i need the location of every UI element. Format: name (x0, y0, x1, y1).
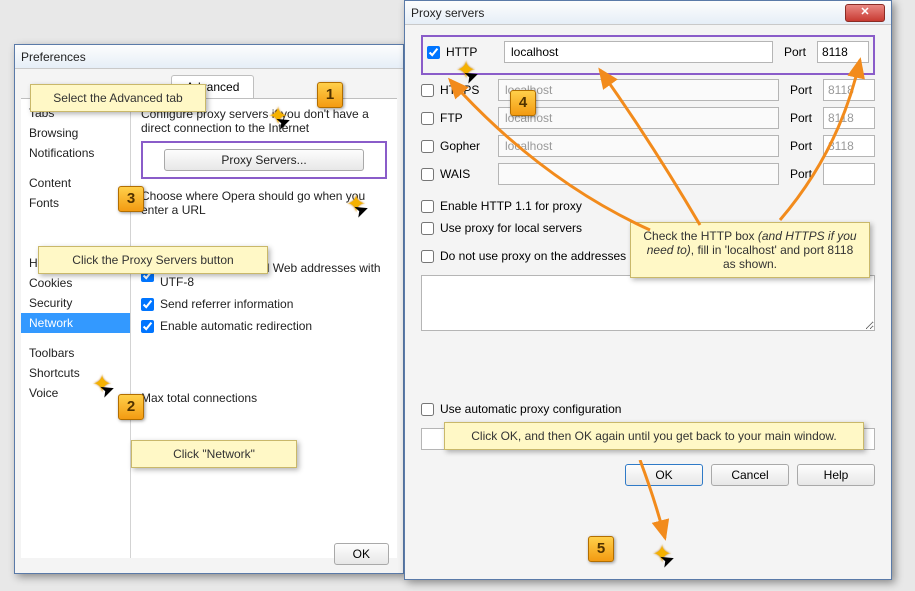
proxy-window: Proxy servers ✕ HTTP Port HTTPS Port FTP… (404, 0, 892, 580)
callout-2: Click "Network" (131, 440, 297, 468)
autocfg-checkbox[interactable] (421, 403, 434, 416)
sidebar-item-shortcuts[interactable]: Shortcuts (21, 363, 130, 383)
gopher-port-input[interactable] (823, 135, 875, 157)
https-port-input[interactable] (823, 79, 875, 101)
http-port-label: Port (777, 45, 813, 59)
badge-4: 4 (510, 90, 536, 116)
wais-host-input[interactable] (498, 163, 779, 185)
proxy-button-highlight: Proxy Servers... (141, 141, 387, 179)
enable11-checkbox[interactable] (421, 200, 434, 213)
badge-3: 3 (118, 186, 144, 212)
uselocal-label: Use proxy for local servers (440, 221, 582, 235)
redirect-label: Enable automatic redirection (160, 319, 312, 333)
proxy-title: Proxy servers (411, 6, 845, 20)
prefs-ok-button[interactable]: OK (334, 543, 389, 565)
proxy-row-https: HTTPS Port (421, 79, 875, 101)
proxy-row-wais: WAIS Port (421, 163, 875, 185)
proxy-button-row: OK Cancel Help (421, 464, 875, 486)
proxy-help-button[interactable]: Help (797, 464, 875, 486)
prefs-content: Configure proxy servers if you don't hav… (131, 99, 397, 558)
autocfg-label: Use automatic proxy configuration (440, 402, 621, 416)
sidebar-item-browsing[interactable]: Browsing (21, 123, 130, 143)
nouse-checkbox[interactable] (421, 250, 434, 263)
proxy-cancel-button[interactable]: Cancel (711, 464, 789, 486)
gopher-host-input[interactable] (498, 135, 779, 157)
wais-label: WAIS (440, 167, 498, 181)
preferences-window: Preferences Advanced Tabs Browsing Notif… (14, 44, 404, 574)
uselocal-checkbox[interactable] (421, 222, 434, 235)
badge-1: 1 (317, 82, 343, 108)
https-host-input[interactable] (498, 79, 779, 101)
wais-checkbox[interactable] (421, 168, 434, 181)
http-row-highlight: HTTP Port (421, 35, 875, 75)
referrer-checkbox[interactable] (141, 298, 154, 311)
https-checkbox[interactable] (421, 84, 434, 97)
sidebar-item-fonts[interactable]: Fonts (21, 193, 130, 213)
maxconn-label: Max total connections (141, 391, 387, 405)
sidebar-item-notifications[interactable]: Notifications (21, 143, 130, 163)
sidebar-item-voice[interactable]: Voice (21, 383, 130, 403)
close-button[interactable]: ✕ (845, 4, 885, 22)
callout-5: Click OK, and then OK again until you ge… (444, 422, 864, 450)
enable11-label: Enable HTTP 1.1 for proxy (440, 199, 582, 213)
proxy-ok-button[interactable]: OK (625, 464, 703, 486)
referrer-label: Send referrer information (160, 297, 293, 311)
redirect-checkbox[interactable] (141, 320, 154, 333)
callout-1: Select the Advanced tab (30, 84, 206, 112)
proxy-titlebar: Proxy servers ✕ (405, 1, 891, 25)
prefs-title: Preferences (21, 50, 397, 64)
sidebar-item-toolbars[interactable]: Toolbars (21, 343, 130, 363)
nouse-label: Do not use proxy on the addresses below (440, 249, 661, 263)
sidebar-item-network[interactable]: Network (21, 313, 130, 333)
exclude-textarea[interactable] (421, 275, 875, 331)
gopher-checkbox[interactable] (421, 140, 434, 153)
wais-port-input[interactable] (823, 163, 875, 185)
ftp-host-input[interactable] (498, 107, 779, 129)
http-port-input[interactable] (817, 41, 869, 63)
wais-port-label: Port (783, 167, 819, 181)
ftp-port-input[interactable] (823, 107, 875, 129)
proxy-row-http: HTTP Port (427, 41, 869, 63)
sidebar-item-security[interactable]: Security (21, 293, 130, 313)
badge-2: 2 (118, 394, 144, 420)
sidebar-item-content[interactable]: Content (21, 173, 130, 193)
http-host-input[interactable] (504, 41, 773, 63)
callout-4: Check the HTTP box (and HTTPS if you nee… (630, 222, 870, 278)
gopher-port-label: Port (783, 139, 819, 153)
callout-3: Click the Proxy Servers button (38, 246, 268, 274)
desc2: Choose where Opera should go when you en… (141, 189, 387, 217)
ftp-label: FTP (440, 111, 498, 125)
ftp-checkbox[interactable] (421, 112, 434, 125)
https-port-label: Port (783, 83, 819, 97)
http-label: HTTP (446, 45, 504, 59)
ftp-port-label: Port (783, 111, 819, 125)
gopher-label: Gopher (440, 139, 498, 153)
proxy-row-gopher: Gopher Port (421, 135, 875, 157)
badge-5: 5 (588, 536, 614, 562)
prefs-titlebar: Preferences (15, 45, 403, 69)
https-label: HTTPS (440, 83, 498, 97)
sidebar-item-cookies[interactable]: Cookies (21, 273, 130, 293)
proxy-row-ftp: FTP Port (421, 107, 875, 129)
prefs-sidebar: Tabs Browsing Notifications Content Font… (21, 99, 131, 558)
proxy-servers-button[interactable]: Proxy Servers... (164, 149, 364, 171)
http-checkbox[interactable] (427, 46, 440, 59)
